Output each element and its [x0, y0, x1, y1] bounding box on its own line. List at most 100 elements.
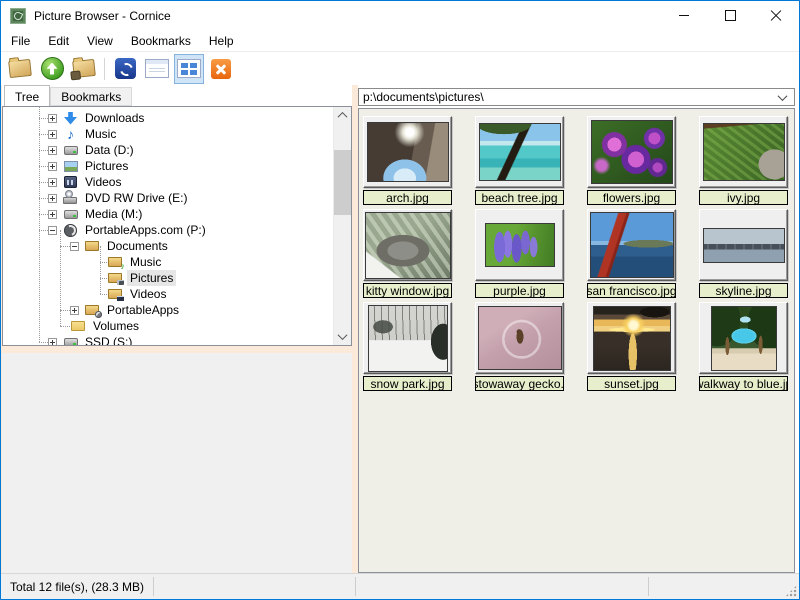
minimize-button[interactable]	[661, 1, 707, 30]
tree-item-label: Videos	[127, 286, 169, 302]
close-button[interactable]	[753, 1, 799, 30]
scroll-up-button[interactable]	[334, 107, 351, 124]
file-cell: ivy.jpg	[699, 116, 788, 205]
status-divider	[355, 577, 356, 596]
menu-item[interactable]: Edit	[39, 31, 78, 51]
tree-item-label: Music	[82, 126, 119, 142]
tree-item[interactable]: Downloads	[3, 110, 333, 126]
title-bar: Picture Browser - Cornice	[1, 1, 799, 30]
menu-item[interactable]: File	[2, 31, 39, 51]
tree-item[interactable]: Videos	[3, 286, 333, 302]
panel-gap	[2, 346, 352, 353]
tree-expander[interactable]	[70, 242, 79, 251]
file-cell: flowers.jpg	[587, 116, 676, 205]
up-folder-icon	[41, 57, 64, 80]
tree-expander[interactable]	[48, 178, 57, 187]
thumbnail-button[interactable]	[699, 116, 788, 188]
tree-item[interactable]: Data (D:)	[3, 142, 333, 158]
open-folder-button[interactable]	[5, 54, 35, 84]
resize-grip-icon[interactable]	[785, 585, 797, 597]
menu-item[interactable]: Help	[200, 31, 243, 51]
refresh-icon	[115, 58, 136, 79]
file-cell: arch.jpg	[363, 116, 452, 205]
menu-item[interactable]: View	[78, 31, 122, 51]
window-controls	[661, 1, 799, 30]
menu-item[interactable]: Bookmarks	[122, 31, 200, 51]
path-combobox[interactable]: p:\documents\pictures\	[358, 88, 795, 106]
exit-button[interactable]	[206, 54, 236, 84]
chevron-down-icon	[778, 91, 788, 101]
up-folder-button[interactable]	[37, 54, 67, 84]
folder-videos-icon	[107, 287, 124, 301]
thumbnail-button[interactable]	[363, 116, 452, 188]
thumbnail-button[interactable]	[475, 116, 564, 188]
tree-item[interactable]: SSD (S:)	[3, 334, 333, 345]
list-view-button[interactable]	[142, 54, 172, 84]
tree-item[interactable]: PortableApps.com (P:)	[3, 222, 333, 238]
toolbar	[1, 52, 799, 85]
thumbnail-image	[703, 228, 785, 263]
list-view-icon	[145, 59, 169, 78]
thumbnail-button[interactable]	[587, 209, 676, 281]
menu-bar: FileEditViewBookmarksHelp	[1, 30, 799, 52]
tree-expander[interactable]	[48, 162, 57, 171]
thumbnail-button[interactable]	[363, 209, 452, 281]
separator-button	[101, 56, 108, 82]
sidebar-tab[interactable]: Tree	[4, 85, 50, 106]
sidebar: Tree Bookmarks Downloads	[2, 85, 352, 573]
file-name-label: flowers.jpg	[587, 190, 676, 205]
tree-expander[interactable]	[48, 130, 57, 139]
file-name-label: skyline.jpg	[699, 283, 788, 298]
tree-item[interactable]: Pictures	[3, 270, 333, 286]
cornice-frame-icon	[10, 8, 26, 24]
tree-item[interactable]: Music	[3, 126, 333, 142]
sidebar-tab[interactable]: Bookmarks	[50, 87, 132, 106]
window-title: Picture Browser - Cornice	[34, 9, 171, 23]
scrollbar-thumb[interactable]	[334, 150, 351, 215]
file-name-label: snow park.jpg	[363, 376, 452, 391]
tree-item[interactable]: Music	[3, 254, 333, 270]
thumbnail-image	[711, 306, 777, 371]
home-folder-button[interactable]	[69, 54, 99, 84]
file-name-label: stowaway gecko.j	[475, 376, 564, 391]
tree-expander[interactable]	[70, 306, 79, 315]
thumbnail-button[interactable]	[699, 302, 788, 374]
portableapps-drive-icon	[62, 223, 79, 237]
tree-item-label: Media (M:)	[82, 206, 145, 222]
tree-item[interactable]: Documents	[3, 238, 333, 254]
file-name-label: purple.jpg	[475, 283, 564, 298]
scroll-down-button[interactable]	[334, 328, 351, 345]
thumbnail-button[interactable]	[475, 209, 564, 281]
maximize-button[interactable]	[707, 1, 753, 30]
tree-expander[interactable]	[48, 114, 57, 123]
music-note-icon	[62, 127, 79, 141]
tree-expander[interactable]	[48, 194, 57, 203]
tree-item-label: Data (D:)	[82, 142, 137, 158]
tree-item[interactable]: Media (M:)	[3, 206, 333, 222]
tree-item[interactable]: Volumes	[3, 318, 333, 334]
tree-scrollbar[interactable]	[333, 107, 351, 345]
thumbnail-view-button[interactable]	[174, 54, 204, 84]
tree-expander[interactable]	[48, 210, 57, 219]
main-content: Tree Bookmarks Downloads	[1, 85, 799, 573]
status-divider	[153, 577, 154, 596]
thumbnail-button[interactable]	[475, 302, 564, 374]
tree-item[interactable]: Pictures	[3, 158, 333, 174]
tree-expander[interactable]	[48, 226, 57, 235]
file-name-label: sunset.jpg	[587, 376, 676, 391]
tree-item-label: Videos	[82, 174, 124, 190]
tree-expander[interactable]	[48, 146, 57, 155]
exit-icon	[211, 59, 231, 79]
scrollbar-track[interactable]	[334, 124, 351, 328]
thumbnail-button[interactable]	[587, 302, 676, 374]
tree-item[interactable]: PortableApps	[3, 302, 333, 318]
tree-item[interactable]: DVD RW Drive (E:)	[3, 190, 333, 206]
tree-expander[interactable]	[48, 338, 57, 346]
refresh-button[interactable]	[110, 54, 140, 84]
thumbnail-image	[590, 212, 674, 278]
thumbnail-view-icon	[177, 59, 201, 78]
thumbnail-button[interactable]	[587, 116, 676, 188]
tree-item[interactable]: Videos	[3, 174, 333, 190]
thumbnail-button[interactable]	[363, 302, 452, 374]
thumbnail-button[interactable]	[699, 209, 788, 281]
